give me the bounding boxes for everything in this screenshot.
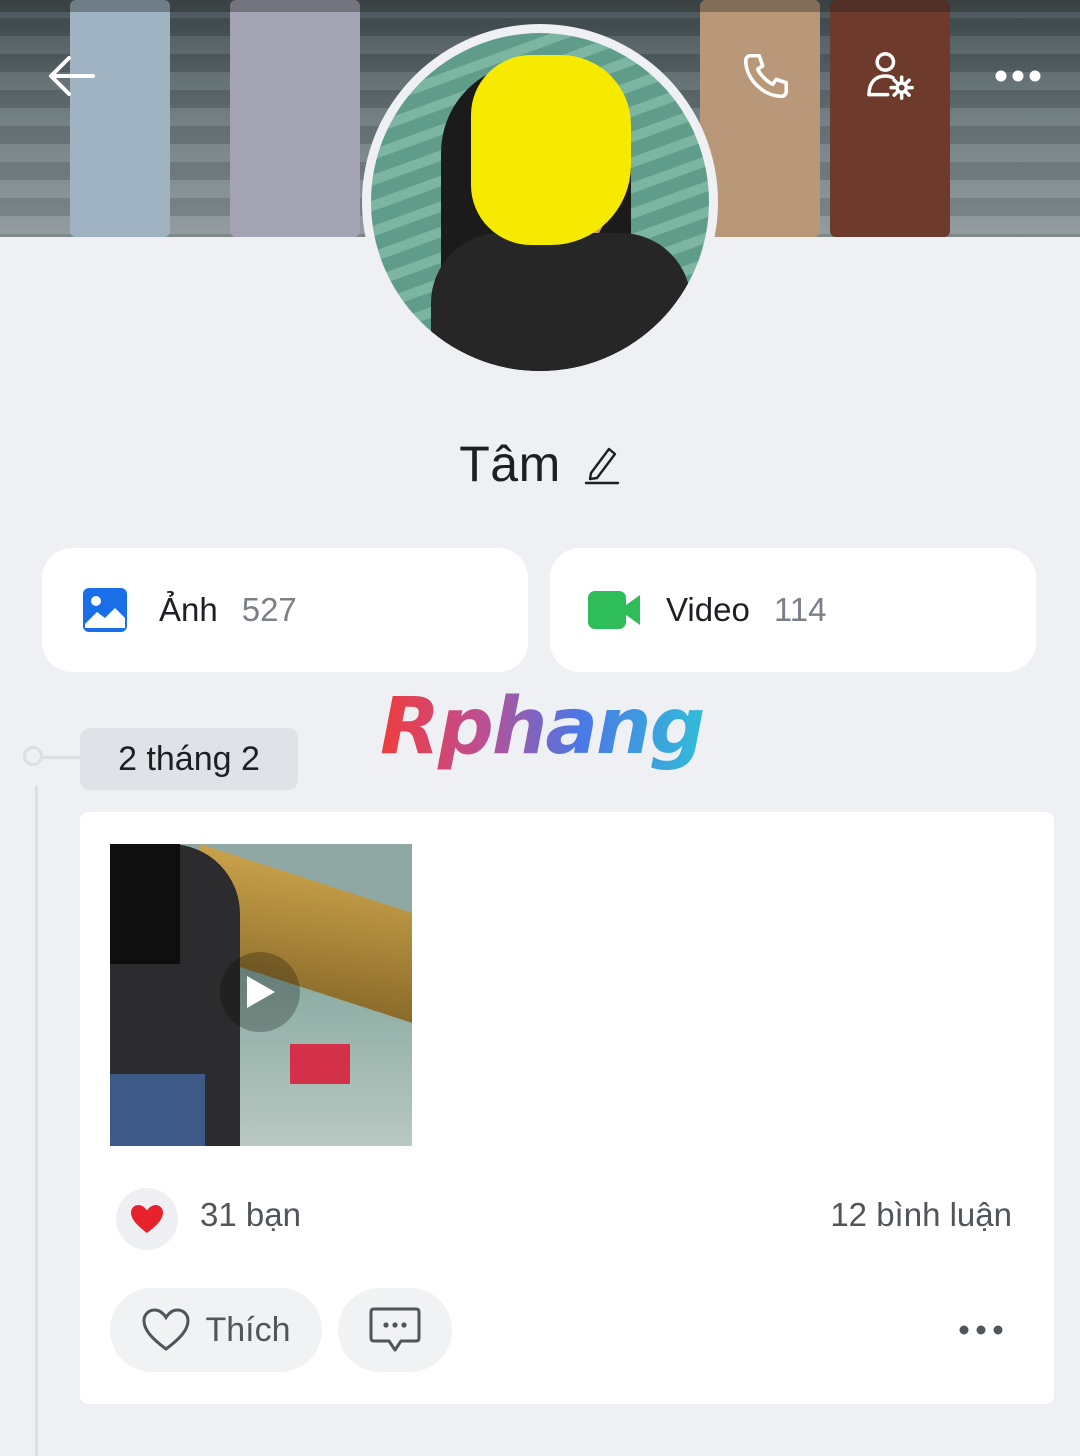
heart-outline-icon bbox=[142, 1308, 190, 1351]
videos-label: Video bbox=[666, 591, 750, 628]
arrow-left-icon bbox=[49, 56, 95, 96]
comment-button[interactable] bbox=[338, 1288, 452, 1372]
cover-figure bbox=[830, 0, 950, 237]
cover-figure bbox=[70, 0, 170, 237]
watermark-logo: Rphang bbox=[380, 682, 710, 772]
user-settings-icon bbox=[867, 52, 914, 100]
more-horizontal-icon bbox=[959, 1325, 1003, 1335]
post-more-button[interactable] bbox=[946, 1310, 1016, 1350]
chat-bubble-icon bbox=[369, 1307, 421, 1352]
avatar-image bbox=[371, 33, 709, 371]
photos-label: Ảnh bbox=[159, 591, 218, 628]
timeline-connector bbox=[43, 756, 80, 759]
profile-avatar[interactable] bbox=[362, 24, 718, 380]
profile-name: Tâm bbox=[459, 436, 561, 492]
like-label: Thích bbox=[205, 1310, 291, 1349]
more-horizontal-icon bbox=[995, 70, 1041, 82]
profile-settings-button[interactable] bbox=[858, 44, 922, 108]
face-blur-overlay bbox=[471, 55, 631, 245]
reaction-badge[interactable] bbox=[116, 1188, 178, 1250]
play-icon[interactable] bbox=[220, 952, 300, 1032]
video-camera-icon bbox=[588, 591, 640, 629]
video-thumbnail[interactable] bbox=[110, 844, 412, 1146]
more-options-button[interactable] bbox=[986, 44, 1050, 108]
cover-figure bbox=[230, 0, 360, 237]
timeline-line bbox=[35, 786, 38, 1456]
timeline-date: 2 tháng 2 bbox=[80, 728, 298, 790]
pencil-icon[interactable] bbox=[583, 443, 621, 485]
status-bar bbox=[0, 0, 1080, 12]
like-button[interactable]: Thích bbox=[110, 1288, 322, 1372]
videos-count: 114 bbox=[773, 591, 827, 628]
videos-card[interactable]: Video 114 bbox=[550, 548, 1036, 672]
cover-figure bbox=[700, 0, 820, 237]
profile-name-row: Tâm bbox=[0, 432, 1080, 496]
comment-count[interactable]: 12 bình luận bbox=[830, 1196, 1012, 1234]
heart-icon bbox=[131, 1205, 163, 1233]
reaction-count[interactable]: 31 bạn bbox=[200, 1196, 301, 1234]
image-icon bbox=[83, 588, 127, 632]
call-button[interactable] bbox=[734, 44, 798, 108]
back-button[interactable] bbox=[40, 44, 104, 108]
phone-icon bbox=[743, 53, 789, 99]
photos-count: 527 bbox=[241, 591, 297, 628]
timeline-dot bbox=[23, 746, 43, 766]
photos-card[interactable]: Ảnh 527 bbox=[42, 548, 528, 672]
